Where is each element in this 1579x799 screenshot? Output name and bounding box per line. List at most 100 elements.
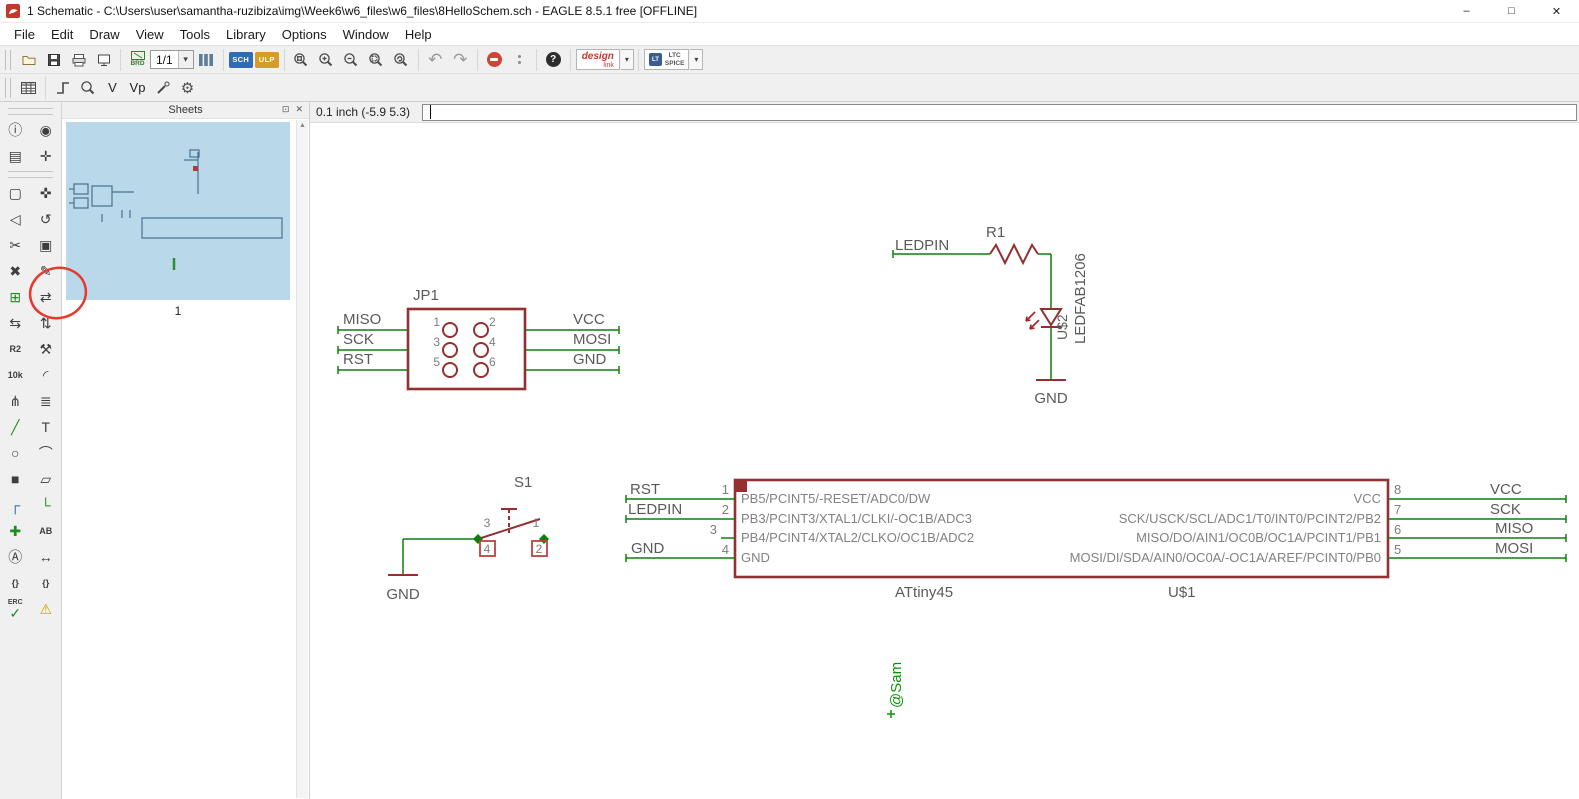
panel-close-button[interactable]: ✕ — [295, 104, 303, 115]
jp1-pad-3[interactable] — [442, 342, 458, 358]
close-button[interactable]: ✕ — [1534, 0, 1579, 23]
save-button[interactable] — [41, 48, 66, 72]
net-label-sck[interactable]: SCK — [1490, 501, 1521, 518]
tool-global-attributes[interactable]: {} — [31, 570, 62, 596]
tool-split[interactable]: ⋔ — [0, 388, 31, 414]
palette-grip[interactable] — [8, 171, 53, 178]
zoom-select-button[interactable] — [364, 48, 389, 72]
ic-ref[interactable]: U$1 — [1168, 584, 1196, 601]
net-label-ledpin[interactable]: LEDPIN — [895, 237, 949, 254]
s1-wires[interactable] — [402, 538, 478, 575]
phase-probe-button[interactable]: Vp — [125, 76, 150, 100]
sheet-selector-dropdown-icon[interactable]: ▾ — [177, 51, 193, 68]
jp1-pad-6[interactable] — [473, 362, 489, 378]
design-link-dropdown[interactable]: ▾ — [620, 49, 634, 70]
led-value[interactable]: LEDFAB1206 — [1072, 253, 1089, 344]
menu-options[interactable]: Options — [274, 25, 335, 44]
jp1-ref[interactable]: JP1 — [413, 287, 439, 304]
help-button[interactable]: ? — [541, 48, 566, 72]
menu-help[interactable]: Help — [397, 25, 440, 44]
tool-group[interactable]: ▢ — [0, 180, 31, 206]
menu-window[interactable]: Window — [335, 25, 397, 44]
tool-show[interactable]: ◉ — [31, 117, 62, 143]
tool-text[interactable]: T — [31, 414, 62, 440]
menu-library[interactable]: Library — [218, 25, 274, 44]
r1-ref[interactable]: R1 — [986, 224, 1005, 241]
panel-float-button[interactable]: ⊡ — [282, 104, 290, 115]
tool-name[interactable]: R2 — [0, 336, 31, 362]
tool-copy[interactable]: ▣ — [31, 232, 62, 258]
tool-polygon[interactable]: ▱ — [31, 466, 62, 492]
print-button[interactable] — [66, 48, 91, 72]
tool-attributes[interactable]: {} — [0, 570, 31, 596]
ic-value[interactable]: ATtiny45 — [895, 584, 953, 601]
net-label-gnd[interactable]: GND — [573, 351, 607, 368]
menu-file[interactable]: File — [6, 25, 43, 44]
jp1-pad-2[interactable] — [473, 322, 489, 338]
net-label-ledpin[interactable]: LEDPIN — [628, 501, 682, 518]
tool-bus[interactable]: ┌ — [0, 492, 31, 518]
net-label-miso[interactable]: MISO — [343, 311, 381, 328]
tool-arc[interactable]: ⌒ — [31, 440, 62, 466]
command-menu-button[interactable] — [507, 48, 532, 72]
tool-errors[interactable]: ⚠ — [31, 596, 62, 622]
sheet-thumbnail[interactable] — [66, 122, 290, 300]
author-annotation[interactable]: @Sam — [888, 662, 905, 708]
ltc-spice-button[interactable]: LT LTC SPICE — [643, 48, 691, 72]
voltage-probe-button[interactable]: V — [100, 76, 125, 100]
gnd-label[interactable]: GND — [386, 586, 420, 603]
net-label-gnd[interactable]: GND — [631, 540, 665, 557]
tool-move[interactable]: ✜ — [31, 180, 62, 206]
tool-miter[interactable]: ◜ — [31, 362, 62, 388]
redo-button[interactable]: ↷ — [448, 48, 473, 72]
tool-label[interactable]: AB — [31, 518, 62, 544]
zoom-fit-button[interactable] — [289, 48, 314, 72]
sheet-selector[interactable]: 1/1 ▾ — [150, 50, 194, 69]
tool-pinswap[interactable]: ⇄ — [31, 284, 62, 310]
schematic-drawing[interactable]: JP1 1 2 3 4 5 6 MISO SCK RST VCC MOSI GN… — [310, 123, 1577, 799]
maximize-button[interactable]: □ — [1489, 0, 1534, 23]
switch-to-board-button[interactable]: BRD — [125, 48, 150, 72]
tool-smash[interactable]: ⚒ — [31, 336, 62, 362]
tool-junction[interactable]: ✚ — [0, 518, 31, 544]
run-script-button[interactable]: SCH — [228, 48, 254, 72]
net-label-sck[interactable]: SCK — [343, 331, 374, 348]
undo-button[interactable]: ↶ — [423, 48, 448, 72]
gnd-label[interactable]: GND — [1034, 390, 1068, 407]
tool-display-layers[interactable]: ▤ — [0, 143, 31, 169]
tool-wire[interactable]: ╱ — [0, 414, 31, 440]
r1-resistor-symbol[interactable] — [989, 242, 1039, 266]
net-label-miso[interactable]: MISO — [1495, 520, 1533, 537]
s1-ref[interactable]: S1 — [514, 474, 532, 491]
scroll-up-icon[interactable]: ▲ — [299, 122, 306, 798]
led-wire[interactable] — [1038, 253, 1052, 309]
led-ref[interactable]: U$2 — [1054, 314, 1070, 340]
tool-delete[interactable]: ✖ — [0, 258, 31, 284]
net-label-mosi[interactable]: MOSI — [573, 331, 611, 348]
tool-value[interactable]: 10k — [0, 362, 31, 388]
tool-change[interactable]: ✎ — [31, 258, 62, 284]
menu-tools[interactable]: Tools — [172, 25, 218, 44]
tool-replace[interactable]: ⇆ — [0, 310, 31, 336]
net-label-rst[interactable]: RST — [630, 481, 660, 498]
wire-bend-button[interactable] — [50, 76, 75, 100]
schematic-canvas-area[interactable]: JP1 1 2 3 4 5 6 MISO SCK RST VCC MOSI GN… — [310, 123, 1579, 799]
stop-button[interactable] — [482, 48, 507, 72]
tool-net[interactable]: └ — [31, 492, 62, 518]
export-image-button[interactable] — [91, 48, 116, 72]
command-input[interactable] — [422, 103, 1577, 121]
sheets-list-button[interactable] — [194, 48, 219, 72]
tool-circle[interactable]: ○ — [0, 440, 31, 466]
zoom-redraw-button[interactable] — [389, 48, 414, 72]
jp1-pad-1[interactable] — [442, 322, 458, 338]
jp1-pad-5[interactable] — [442, 362, 458, 378]
tool-info[interactable]: ⓘ — [0, 117, 31, 143]
zoom-out-button[interactable] — [339, 48, 364, 72]
run-ulp-button[interactable]: ULP — [254, 48, 280, 72]
palette-grip[interactable] — [8, 108, 53, 115]
tool-mirror[interactable]: ◁ — [0, 206, 31, 232]
tool-mark[interactable]: ✛ — [31, 143, 62, 169]
menu-draw[interactable]: Draw — [81, 25, 127, 44]
toolbar-grip[interactable] — [5, 77, 11, 98]
tool-rotate[interactable]: ↺ — [31, 206, 62, 232]
